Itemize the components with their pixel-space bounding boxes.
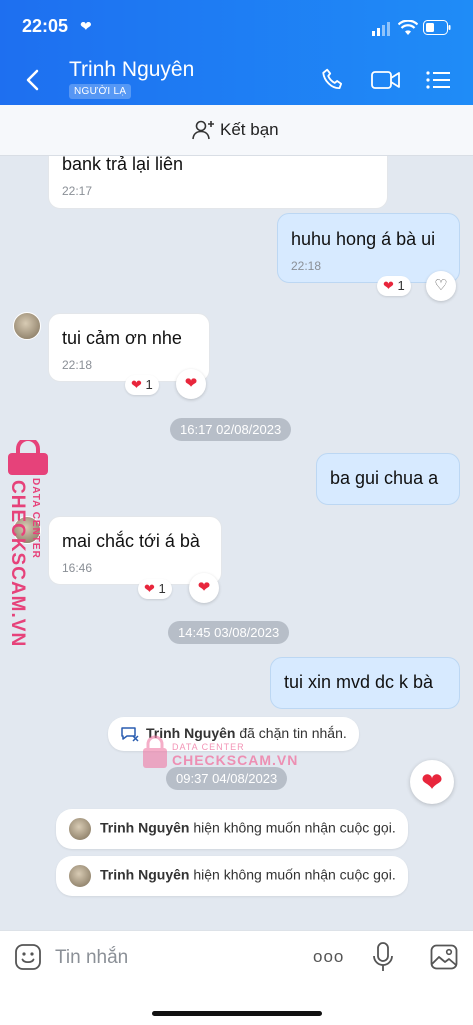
add-friend-label[interactable]: Kết bạn — [220, 120, 279, 140]
watermark-lock-icon — [6, 440, 50, 476]
react-button[interactable]: ❤ — [176, 369, 206, 399]
notice-text: hiện không muốn nhận cuộc gọi. — [189, 866, 396, 883]
message-text: tui xin mvd dc k bà — [284, 672, 434, 692]
watermark-sub: DATA CENTER — [30, 478, 41, 559]
stranger-badge: NGƯỜI LẠ — [69, 84, 132, 99]
system-notice: Trinh Nguyên hiện không muốn nhận cuộc g… — [56, 809, 408, 849]
message-text: bank trả lại liên — [62, 154, 184, 174]
avatar — [68, 817, 92, 841]
avatar[interactable] — [13, 312, 41, 340]
heart-outline-icon: ♡ — [434, 277, 448, 294]
more-options-icon[interactable]: ooo — [313, 947, 344, 967]
contact-name[interactable]: Trinh Nguyên — [69, 58, 194, 82]
reaction-number: 1 — [397, 278, 405, 293]
back-button[interactable] — [24, 68, 40, 92]
message-time: 22:17 — [62, 184, 93, 198]
add-friend-icon — [192, 119, 216, 141]
date-separator: 09:37 04/08/2023 — [166, 767, 288, 790]
video-call-button[interactable] — [370, 68, 402, 92]
message-text: tui cảm ơn nhe — [62, 328, 182, 348]
message-input[interactable]: Tin nhắn — [55, 947, 128, 969]
wifi-icon — [398, 20, 418, 36]
react-button[interactable]: ❤ — [189, 573, 219, 603]
notice-name: Trinh Nguyên — [100, 866, 190, 883]
reaction-number: 1 — [158, 581, 166, 596]
react-button[interactable]: ♡ — [426, 271, 456, 301]
call-button[interactable] — [320, 67, 346, 93]
date-separator: 14:45 03/08/2023 — [168, 621, 290, 644]
notice-text: hiện không muốn nhận cuộc gọi. — [189, 819, 396, 836]
quick-heart-button[interactable]: ❤ — [410, 760, 454, 804]
heart-icon: ❤ — [131, 377, 142, 392]
status-time: 22:05 — [22, 16, 69, 36]
microphone-icon[interactable] — [372, 941, 394, 973]
heart-icon: ❤ — [197, 579, 211, 596]
watermark-lock-icon — [142, 735, 168, 769]
message-time: 22:18 — [291, 259, 322, 273]
menu-icon[interactable] — [425, 69, 451, 91]
avatar — [68, 864, 92, 888]
date-separator: 16:17 02/08/2023 — [170, 418, 292, 441]
emoji-icon[interactable] — [14, 943, 42, 971]
reaction-count[interactable]: ❤ 1 — [377, 276, 411, 296]
message-text: mai chắc tới á bà — [62, 531, 200, 551]
reaction-number: 1 — [145, 377, 153, 392]
heart-icon: ❤ — [421, 767, 443, 797]
message-text: huhu hong á bà ui — [291, 229, 436, 249]
system-notice: Trinh Nguyên hiện không muốn nhận cuộc g… — [56, 856, 408, 896]
message-time: 22:18 — [62, 358, 93, 372]
heart-icon: ❤ — [383, 278, 394, 293]
image-icon[interactable] — [430, 944, 458, 970]
message-time: 16:46 — [62, 561, 93, 575]
reaction-count[interactable]: ❤ 1 — [138, 579, 172, 599]
watermark-brand: CHECKSCAM.VN — [7, 480, 28, 648]
home-indicator — [152, 1011, 322, 1016]
reaction-count[interactable]: ❤ 1 — [125, 375, 159, 395]
heart-icon: ❤ — [184, 375, 198, 392]
signal-icon — [372, 22, 394, 36]
notice-name: Trinh Nguyên — [100, 819, 190, 836]
blocked-message-icon — [120, 725, 140, 743]
heart-status-icon: ❤ — [80, 18, 92, 34]
battery-icon — [423, 20, 451, 35]
watermark-brand: CHECKSCAM.VN — [172, 752, 299, 768]
message-text: ba gui chua a — [330, 468, 439, 488]
notice-text: đã chặn tin nhắn. — [235, 725, 347, 741]
watermark-sub: DATA CENTER — [172, 742, 245, 752]
heart-icon: ❤ — [144, 581, 155, 596]
